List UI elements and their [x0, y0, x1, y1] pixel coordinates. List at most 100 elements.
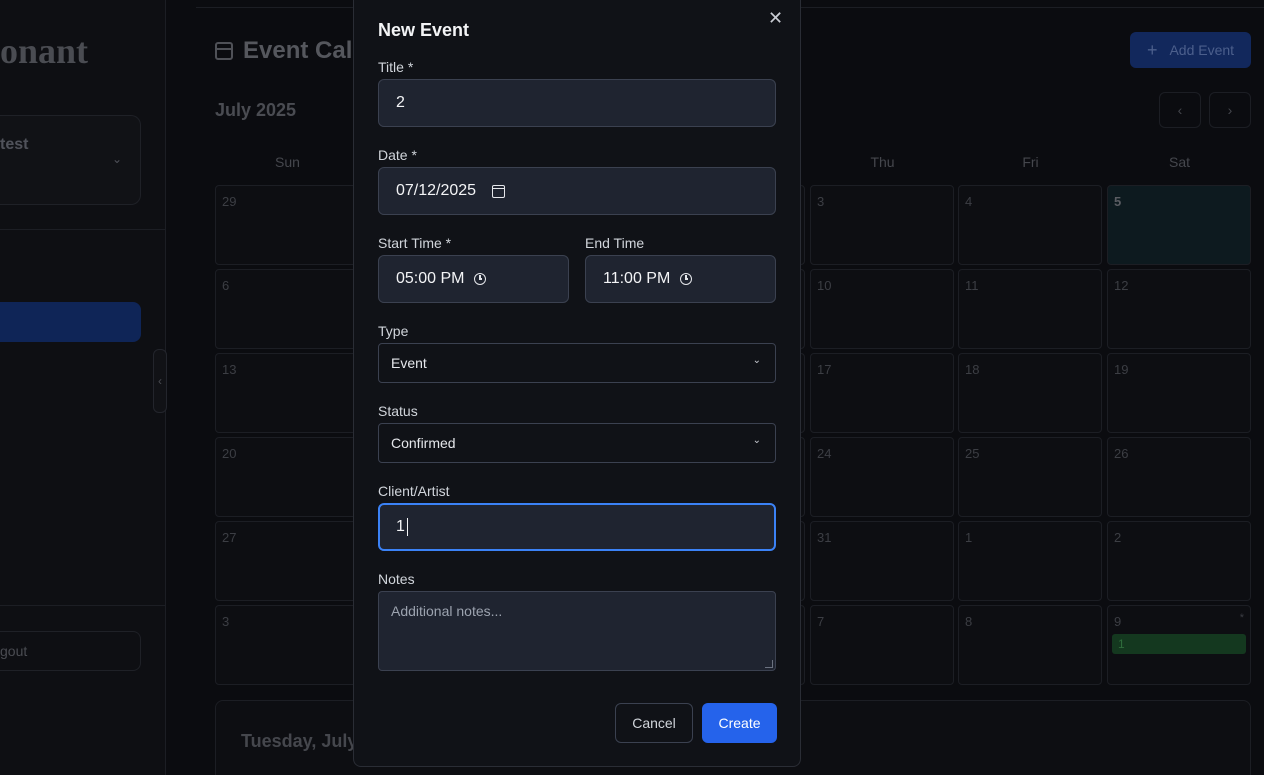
day-number: 12 [1114, 278, 1129, 293]
weekday-label: Sun [275, 154, 300, 170]
chevron-left-icon: ‹ [1177, 102, 1183, 118]
title-label: Title * [378, 59, 414, 75]
calendar-day-cell[interactable]: 3 [810, 185, 954, 265]
client-value: 1 [396, 518, 405, 535]
start-time-input[interactable]: 05:00 PM [378, 255, 569, 303]
start-time-value: 05:00 PM [396, 270, 465, 287]
event-chip[interactable]: 1 [1112, 634, 1246, 654]
calendar-day-cell[interactable]: 6 [215, 269, 359, 349]
notes-textarea[interactable]: Additional notes... [378, 591, 776, 671]
event-marker: * [1239, 612, 1244, 624]
day-number: 5 [1114, 194, 1122, 209]
month-label: July 2025 [215, 100, 297, 120]
add-event-label: Add Event [1169, 42, 1235, 58]
status-value: Confirmed [391, 435, 456, 451]
calendar-day-cell[interactable]: 18 [958, 353, 1102, 433]
date-input[interactable]: 07/12/2025 [378, 167, 776, 215]
calendar-icon [215, 42, 233, 60]
type-value: Event [391, 355, 427, 371]
sidebar-divider [0, 229, 166, 230]
day-panel-title: Tuesday, July [241, 731, 358, 751]
day-number: 11 [965, 278, 979, 293]
notes-placeholder: Additional notes... [391, 603, 503, 619]
brand-logo: onant [0, 31, 89, 71]
sidebar-collapse-handle[interactable]: ‹ [153, 349, 167, 413]
day-number: 3 [817, 194, 825, 209]
chevron-right-icon: › [1227, 102, 1233, 118]
calendar-day-cell[interactable]: 3 [215, 605, 359, 685]
calendar-day-cell[interactable]: 12 [1107, 269, 1251, 349]
calendar-day-cell[interactable]: 20 [215, 437, 359, 517]
logout-button[interactable]: gout [0, 631, 141, 671]
day-number: 1 [965, 530, 973, 545]
day-number: 2 [1114, 530, 1122, 545]
day-number: 17 [817, 362, 832, 377]
notes-label: Notes [378, 571, 415, 587]
day-number: 20 [222, 446, 237, 461]
day-number: 25 [965, 446, 980, 461]
create-button[interactable]: Create [702, 703, 777, 743]
calendar-day-cell[interactable]: 9 * 1 [1107, 605, 1251, 685]
day-number: 9 [1114, 614, 1122, 629]
calendar-day-cell[interactable]: 19 [1107, 353, 1251, 433]
calendar-day-cell[interactable]: 7 [810, 605, 954, 685]
calendar-day-cell[interactable]: 4 [958, 185, 1102, 265]
calendar-day-cell[interactable]: 13 [215, 353, 359, 433]
chevron-down-icon: ⌄ [111, 152, 122, 166]
end-time-value: 11:00 PM [603, 270, 671, 287]
next-month-button[interactable]: › [1209, 92, 1251, 128]
status-select[interactable]: Confirmed ⌄ [378, 423, 776, 463]
new-event-dialog: ✕ New Event Title * 2 Date * 07/12/2025 … [353, 0, 801, 767]
workspace-name: test [0, 136, 29, 153]
calendar-day-cell[interactable]: 25 [958, 437, 1102, 517]
clock-icon[interactable] [680, 273, 693, 285]
calendar-day-cell[interactable]: 10 [810, 269, 954, 349]
calendar-day-cell[interactable]: 2 [1107, 521, 1251, 601]
close-icon[interactable]: ✕ [768, 9, 783, 27]
end-time-input[interactable]: 11:00 PM [585, 255, 776, 303]
day-number: 29 [222, 194, 237, 209]
add-event-button[interactable]: + Add Event [1130, 32, 1251, 68]
day-number: 31 [817, 530, 832, 545]
day-number: 10 [817, 278, 832, 293]
day-number: 24 [817, 446, 832, 461]
prev-month-button[interactable]: ‹ [1159, 92, 1201, 128]
calendar-day-cell[interactable]: 31 [810, 521, 954, 601]
page-title: Event Cale [215, 37, 366, 65]
calendar-day-cell[interactable]: 24 [810, 437, 954, 517]
status-label: Status [378, 403, 418, 419]
calendar-icon[interactable] [492, 184, 506, 198]
sidebar: onant test ⌄ gout [0, 0, 166, 775]
clock-icon[interactable] [474, 273, 487, 285]
cancel-button[interactable]: Cancel [615, 703, 693, 743]
resize-handle-icon[interactable] [765, 660, 773, 668]
title-input[interactable]: 2 [378, 79, 776, 127]
day-number: 18 [965, 362, 980, 377]
calendar-day-cell[interactable]: 27 [215, 521, 359, 601]
calendar-day-cell[interactable]: 26 [1107, 437, 1251, 517]
dialog-title: New Event [378, 20, 470, 40]
sidebar-divider [0, 605, 166, 606]
type-select[interactable]: Event ⌄ [378, 343, 776, 383]
day-number: 4 [965, 194, 973, 209]
logout-label: gout [0, 643, 28, 659]
day-number: 13 [222, 362, 237, 377]
title-value: 2 [396, 94, 405, 111]
weekday-label: Sat [1168, 154, 1190, 170]
chevron-left-icon: ‹ [158, 374, 162, 388]
client-input[interactable]: 1 [378, 503, 776, 551]
calendar-day-cell[interactable]: 11 [958, 269, 1102, 349]
end-time-label: End Time [585, 235, 645, 251]
calendar-day-cell[interactable]: 29 [215, 185, 359, 265]
day-number: 6 [222, 278, 230, 293]
calendar-day-cell[interactable]: 1 [958, 521, 1102, 601]
sidebar-item-active[interactable] [0, 302, 141, 342]
page-title-text: Event Cale [243, 37, 366, 64]
text-caret [406, 518, 408, 536]
type-label: Type [378, 323, 409, 339]
workspace-switcher[interactable]: test ⌄ [0, 115, 141, 205]
calendar-day-cell[interactable]: 8 [958, 605, 1102, 685]
calendar-day-cell[interactable]: 5 [1107, 185, 1251, 265]
chevron-down-icon: ⌄ [752, 355, 761, 366]
calendar-day-cell[interactable]: 17 [810, 353, 954, 433]
